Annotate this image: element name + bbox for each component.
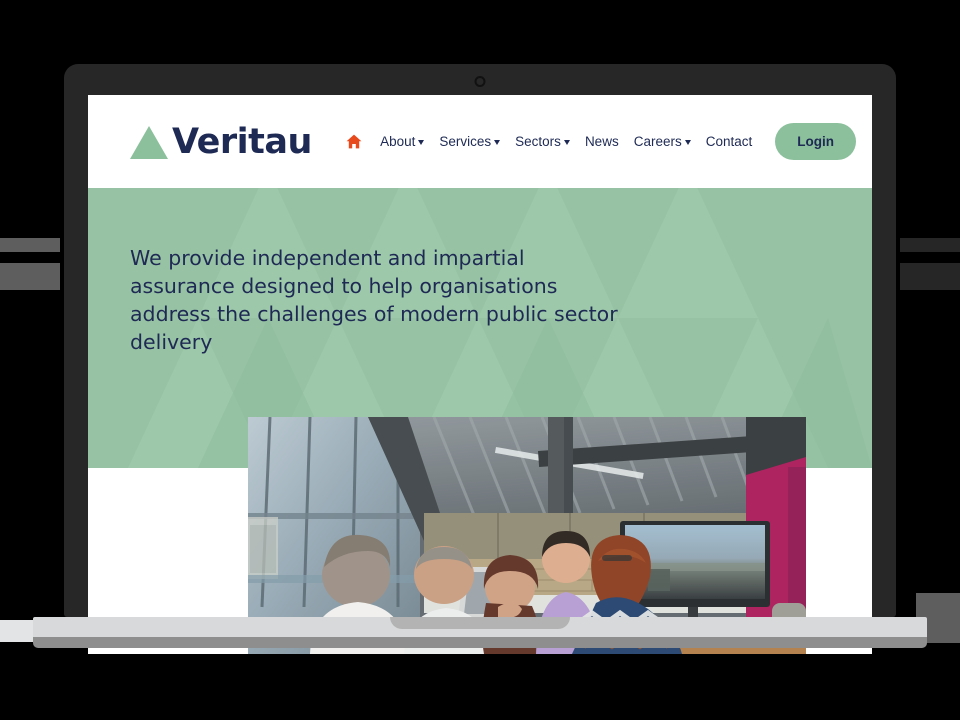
nav-label-careers: Careers bbox=[633, 134, 682, 149]
hero-headline: We provide independent and impartial ass… bbox=[130, 246, 618, 354]
browser-viewport: Veritau About Services Sectors News Care… bbox=[88, 95, 872, 654]
chevron-down-icon bbox=[563, 140, 570, 145]
laptop-lid: Veritau About Services Sectors News Care… bbox=[64, 64, 896, 654]
nav-item-about[interactable]: About bbox=[380, 134, 425, 149]
nav-label-sectors: Sectors bbox=[515, 134, 561, 149]
chevron-down-icon bbox=[684, 140, 691, 145]
logo-triangle-icon bbox=[130, 126, 168, 159]
laptop-base-notch bbox=[390, 617, 570, 629]
chevron-down-icon bbox=[418, 140, 425, 145]
nav-label-services: Services bbox=[439, 134, 492, 149]
nav-label-news: News bbox=[584, 134, 619, 149]
webcam-icon bbox=[474, 76, 486, 87]
nav-item-careers[interactable]: Careers bbox=[634, 134, 691, 149]
login-button[interactable]: Login bbox=[775, 123, 856, 160]
laptop-base-lip bbox=[33, 637, 927, 648]
nav-item-news[interactable]: News bbox=[585, 134, 619, 149]
main-navigation: About Services Sectors News Careers Cont… bbox=[346, 123, 856, 160]
laptop-mockup: Veritau About Services Sectors News Care… bbox=[0, 0, 960, 720]
home-icon[interactable] bbox=[346, 134, 362, 149]
chevron-down-icon bbox=[494, 140, 501, 145]
site-header: Veritau About Services Sectors News Care… bbox=[88, 95, 872, 188]
nav-item-sectors[interactable]: Sectors bbox=[515, 134, 570, 149]
nav-item-services[interactable]: Services bbox=[439, 134, 501, 149]
site-logo[interactable]: Veritau bbox=[130, 122, 312, 162]
nav-label-about: About bbox=[380, 134, 416, 149]
nav-item-contact[interactable]: Contact bbox=[706, 134, 753, 149]
logo-wordmark: Veritau bbox=[172, 121, 312, 162]
nav-label-contact: Contact bbox=[705, 134, 753, 149]
